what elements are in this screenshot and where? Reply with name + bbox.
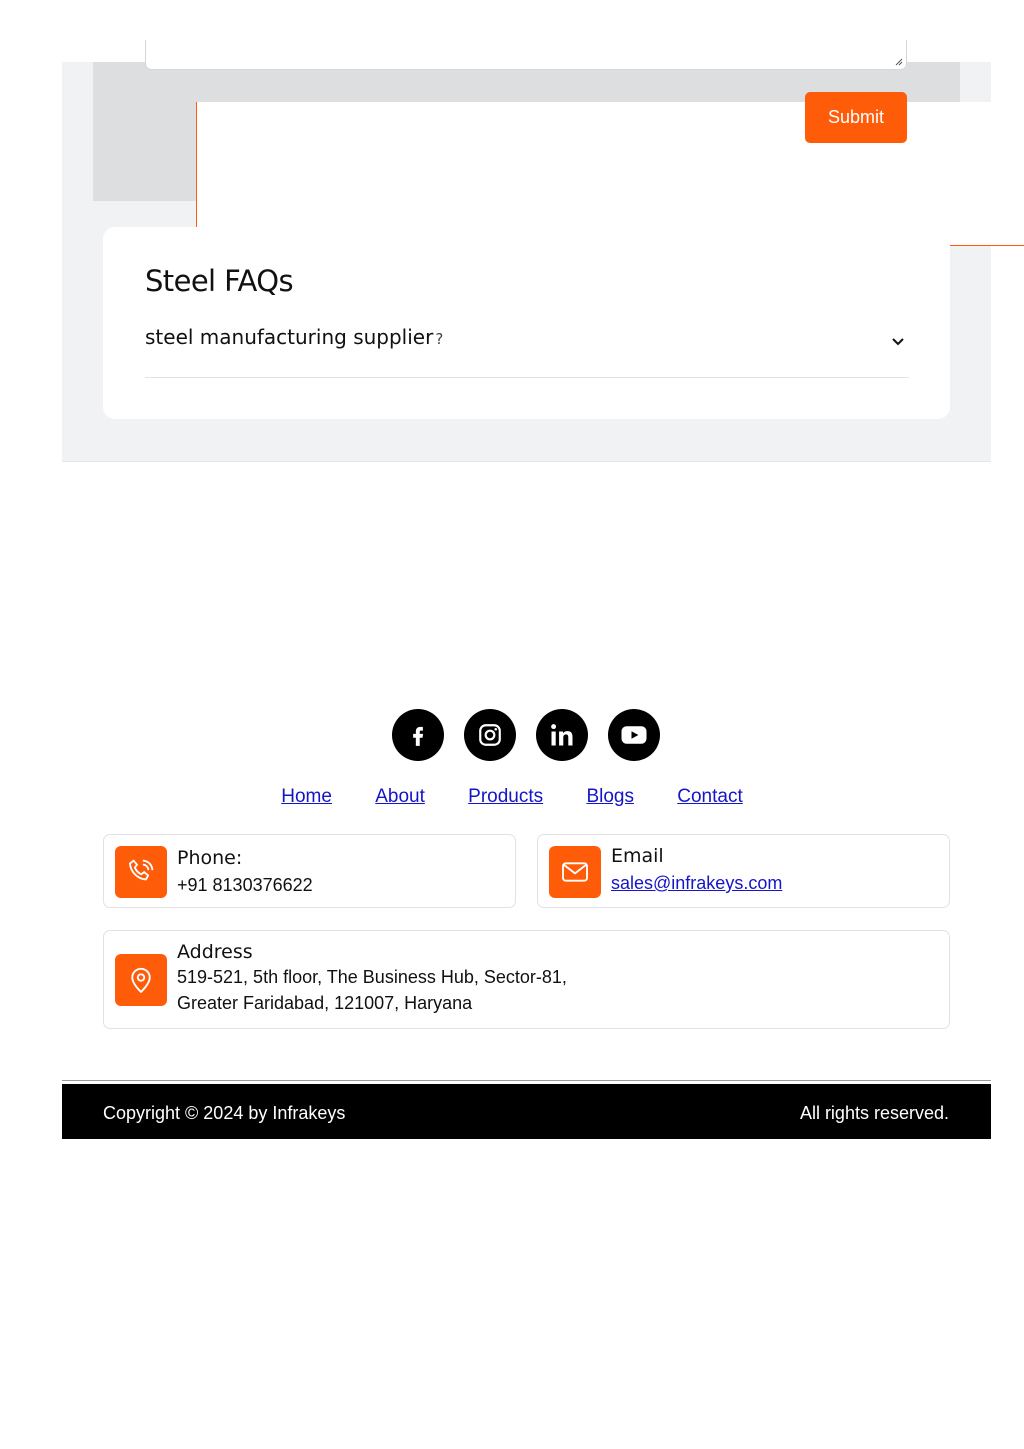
nav-link-home[interactable]: Home [281,786,332,807]
address-line-2: Greater Faridabad, 121007, Haryana [177,993,473,1013]
address-card: Address 519-521, 5th floor, The Business… [103,930,950,1029]
phone-icon [115,846,167,898]
instagram-icon[interactable] [464,709,516,761]
email-label: Email [611,845,664,867]
nav-link-about[interactable]: About [375,786,425,807]
email-link[interactable]: sales@infrakeys.com [611,873,782,894]
location-pin-icon [115,954,167,1006]
phone-card: Phone: +91 8130376622 [103,834,516,908]
faq-question-mark: ? [435,330,444,348]
nav-link-products[interactable]: Products [468,786,543,807]
nav-link-blogs[interactable]: Blogs [586,786,634,807]
submit-button[interactable]: Submit [805,92,907,143]
address-line-1: 519-521, 5th floor, The Business Hub, Se… [177,967,567,987]
faq-question-text: steel manufacturing supplier [145,325,434,349]
copyright-bar: Copyright © 2024 by Infrakeys All rights… [62,1081,991,1139]
mail-icon [549,846,601,898]
linkedin-icon[interactable] [536,709,588,761]
faq-card [103,227,950,419]
copyright-text: Copyright © 2024 by Infrakeys [103,1103,346,1123]
faq-question[interactable]: steel manufacturing supplier? [145,325,443,349]
youtube-icon[interactable] [608,709,660,761]
phone-value: +91 8130376622 [177,875,313,895]
chevron-down-icon[interactable] [889,332,907,350]
email-card: Email sales@infrakeys.com [537,834,950,908]
faq-divider [145,377,909,378]
footer-nav: Home About Products Blogs Contact [0,786,1024,808]
rights-text: All rights reserved. [799,1103,949,1123]
faq-title: Steel FAQs [145,264,294,298]
social-links [392,709,660,761]
message-textarea[interactable] [145,40,907,70]
address-label: Address [177,941,253,963]
phone-label: Phone: [177,847,243,869]
resize-grip-icon[interactable] [895,58,903,66]
nav-link-contact[interactable]: Contact [677,786,742,807]
facebook-icon[interactable] [392,709,444,761]
